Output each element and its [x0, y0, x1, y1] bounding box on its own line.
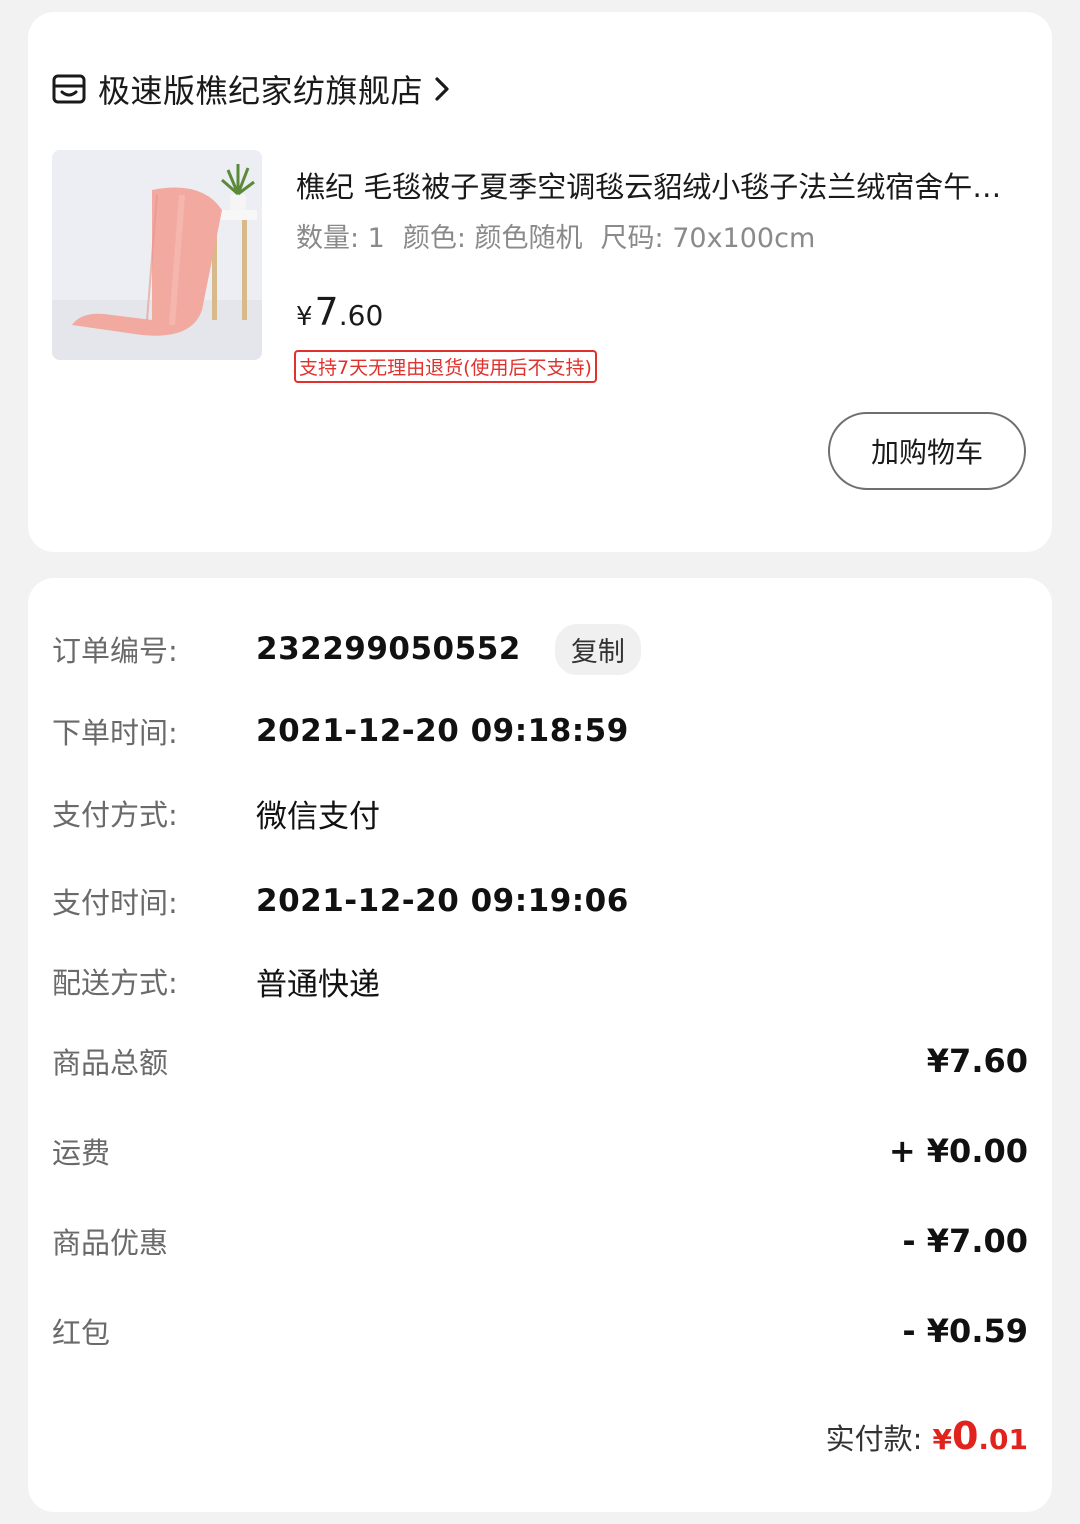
paid-currency: ¥ — [932, 1423, 952, 1456]
delivery-row: 配送方式: 普通快递 — [52, 956, 1028, 1006]
product-color: 颜色: 颜色随机 — [402, 223, 583, 254]
discount-value: - ¥7.00 — [902, 1222, 1028, 1260]
discount-label: 商品优惠 — [52, 1226, 169, 1260]
paid-amount-row: 实付款: ¥0.01 — [826, 1414, 1028, 1458]
add-to-cart-button[interactable]: 加购物车 — [828, 412, 1026, 490]
order-number: 232299050552 — [256, 631, 521, 667]
paid-amount: ¥0.01 — [932, 1414, 1028, 1458]
pay-time-row: 支付时间: 2021-12-20 09:19:06 — [52, 876, 1028, 926]
shipping-label: 运费 — [52, 1136, 111, 1170]
pay-time-label: 支付时间: — [52, 886, 178, 920]
shipping-row: 运费 + ¥0.00 — [52, 1126, 1028, 1176]
order-time-label: 下单时间: — [52, 716, 178, 750]
red-packet-label: 红包 — [52, 1316, 111, 1350]
delivery-label: 配送方式: — [52, 966, 178, 1000]
chevron-right-icon — [435, 77, 449, 101]
payment-method-label: 支付方式: — [52, 798, 178, 832]
order-info-card: 订单编号: 232299050552 复制 下单时间: 2021-12-20 0… — [28, 578, 1052, 1512]
store-name[interactable]: 极速版樵纪家纺旗舰店 — [98, 66, 423, 112]
store-header[interactable]: 极速版樵纪家纺旗舰店 — [52, 64, 451, 114]
goods-total-row: 商品总额 ¥7.60 — [52, 1036, 1028, 1086]
red-packet-value: - ¥0.59 — [902, 1312, 1028, 1350]
copy-button[interactable]: 复制 — [554, 623, 641, 675]
paid-label: 实付款: — [825, 1422, 923, 1456]
order-time: 2021-12-20 09:18:59 — [256, 713, 629, 749]
delivery-method: 普通快递 — [256, 966, 380, 1003]
price-currency: ¥ — [296, 302, 313, 332]
price-integer: 7 — [314, 290, 339, 334]
product-quantity: 数量: 1 — [296, 223, 385, 254]
product-card: 极速版樵纪家纺旗舰店 樵纪 毛毯被子夏季空调毯云貂绒小毯子法兰绒宿舍午睡盖毯 数… — [28, 12, 1052, 552]
payment-method-row: 支付方式: 微信支付 — [52, 788, 1028, 838]
payment-method: 微信支付 — [256, 798, 380, 835]
paid-integer: 0 — [951, 1414, 979, 1458]
product-price: ¥7.60 — [296, 290, 383, 334]
order-time-row: 下单时间: 2021-12-20 09:18:59 — [52, 706, 1028, 756]
product-size: 尺码: 70x100cm — [600, 223, 816, 254]
discount-row: 商品优惠 - ¥7.00 — [52, 1216, 1028, 1266]
product-image[interactable] — [52, 150, 262, 360]
store-icon — [52, 74, 86, 104]
red-packet-row: 红包 - ¥0.59 — [52, 1306, 1028, 1356]
goods-total-label: 商品总额 — [52, 1046, 169, 1080]
price-decimal: .60 — [338, 299, 384, 332]
pay-time: 2021-12-20 09:19:06 — [256, 883, 629, 919]
shipping-value: + ¥0.00 — [888, 1132, 1028, 1170]
product-specs: 数量: 1 颜色: 颜色随机 尺码: 70x100cm — [296, 216, 833, 255]
return-policy-badge: 支持7天无理由退货(使用后不支持) — [294, 350, 597, 383]
paid-decimal: .01 — [978, 1423, 1028, 1456]
goods-total-value: ¥7.60 — [926, 1042, 1028, 1080]
order-number-label: 订单编号: — [52, 634, 178, 668]
product-title[interactable]: 樵纪 毛毯被子夏季空调毯云貂绒小毯子法兰绒宿舍午睡盖毯 — [296, 164, 1016, 206]
order-number-row: 订单编号: 232299050552 复制 — [52, 623, 1028, 675]
